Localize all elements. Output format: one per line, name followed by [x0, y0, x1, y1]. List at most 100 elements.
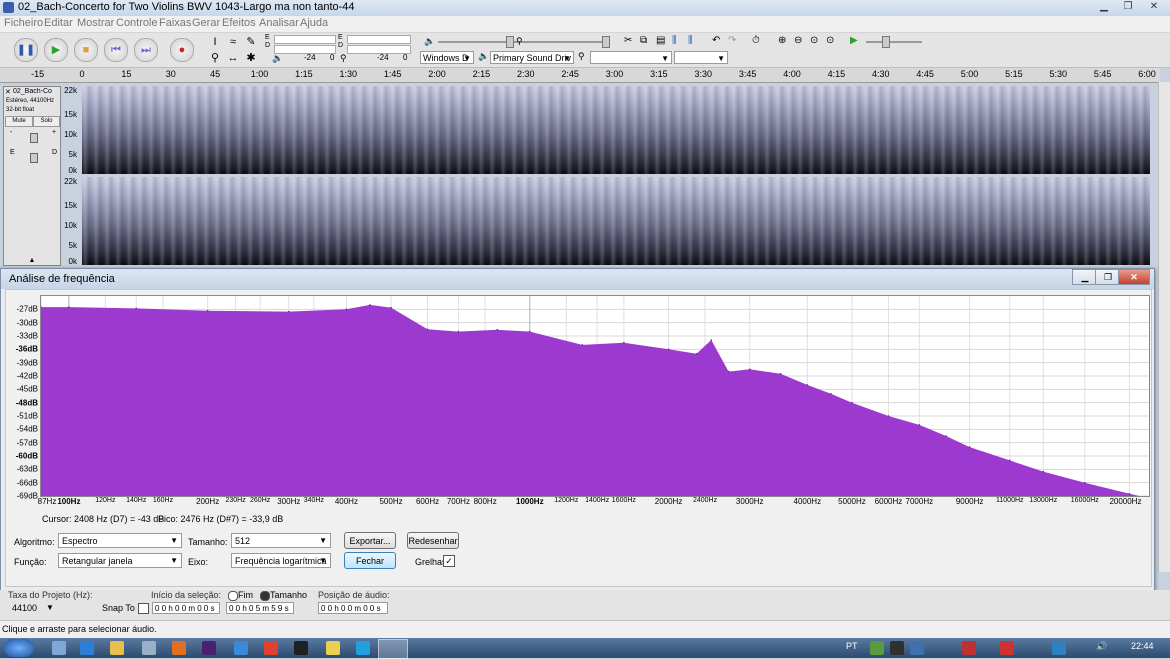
audio-position-field[interactable]: 0 0 h 0 0 m 0 0 s	[318, 602, 388, 614]
gain-slider[interactable]	[30, 133, 38, 143]
end-radio[interactable]	[228, 591, 238, 601]
dialog-close-icon[interactable]: ✕	[1118, 269, 1150, 285]
skip-end-button[interactable]: ⏭	[134, 38, 158, 62]
play-speed-slider[interactable]	[866, 41, 922, 43]
track-name-button[interactable]: 02_Bach-Co	[13, 88, 57, 95]
grids-checkbox[interactable]: ✓	[443, 555, 455, 567]
vertical-scrollbar[interactable]	[1158, 82, 1170, 572]
output-device-select[interactable]: Primary Sound Driv ▼	[490, 51, 574, 64]
audacity-taskbar-button[interactable]	[378, 639, 408, 659]
pan-slider[interactable]	[30, 153, 38, 163]
dialog-title-bar[interactable]: Análise de frequência ▁ ❐ ✕	[1, 269, 1154, 289]
timeline-ruler[interactable]: -15 0 15 30 45 1:00 1:15 1:30 1:45 2:00 2:15 2:30 2:…	[0, 68, 1160, 83]
cut-icon[interactable]: ✂	[624, 35, 632, 46]
taskbar-app-icon[interactable]	[142, 641, 156, 655]
close-button[interactable]: Fechar	[344, 552, 396, 569]
clock[interactable]: 22:44	[1131, 641, 1154, 651]
language-indicator[interactable]: PT	[846, 641, 858, 651]
selection-tool-icon[interactable]: I	[208, 35, 222, 49]
menu-faixas[interactable]: Faixas	[159, 17, 191, 29]
menu-editar[interactable]: Editar	[44, 17, 73, 29]
redo-icon[interactable]: ↷	[728, 35, 736, 46]
play-speed-thumb[interactable]	[882, 36, 890, 48]
firefox-icon[interactable]	[172, 641, 186, 655]
maximize-icon[interactable]: ❐	[1117, 1, 1139, 13]
host-select[interactable]: Windows D ▼	[420, 51, 474, 64]
input-volume-thumb[interactable]	[602, 36, 610, 48]
tray-icon[interactable]	[1000, 641, 1014, 655]
rate-chevron-icon[interactable]: ▼	[46, 603, 54, 612]
premiere-icon[interactable]	[202, 641, 216, 655]
menu-ajuda[interactable]: Ajuda	[300, 17, 328, 29]
menu-gerar[interactable]: Gerar	[192, 17, 220, 29]
play-at-speed-icon[interactable]: ▶	[850, 35, 858, 46]
menu-controle[interactable]: Controle	[116, 17, 158, 29]
project-rate-select[interactable]: 44100	[12, 603, 37, 613]
menu-ficheiro[interactable]: Ficheiro	[4, 17, 43, 29]
trim-icon[interactable]: ⫼	[672, 35, 677, 46]
menu-analisar[interactable]: Analisar	[259, 17, 299, 29]
chrome-icon[interactable]	[264, 641, 278, 655]
solo-button[interactable]: Solo	[33, 116, 60, 127]
spectrogram-left-channel[interactable]	[82, 86, 1150, 174]
pause-button[interactable]: ❚❚	[14, 38, 38, 62]
spectrogram-right-channel[interactable]	[82, 177, 1150, 265]
play-meter[interactable]	[347, 35, 411, 44]
zoom-in-icon[interactable]: ⊕	[778, 35, 786, 46]
replot-button[interactable]: Redesenhar	[407, 532, 459, 549]
zoom-tool-icon[interactable]: ⚲	[208, 51, 222, 65]
envelope-tool-icon[interactable]: ≈	[226, 35, 240, 49]
ie-icon[interactable]	[80, 641, 94, 655]
multi-tool-icon[interactable]: ✱	[244, 51, 258, 65]
record-button[interactable]: ●	[170, 38, 194, 62]
selection-length-field[interactable]: 0 0 h 0 5 m 5 9 s	[226, 602, 294, 614]
axis-select[interactable]: Frequência logarítmica ▼	[231, 553, 331, 568]
volume-icon[interactable]: 🔊	[1096, 641, 1107, 652]
copy-icon[interactable]: ⧉	[640, 35, 647, 46]
menu-mostrar[interactable]: Mostrar	[77, 17, 114, 29]
zoom-out-icon[interactable]: ⊖	[794, 35, 802, 46]
notes-icon[interactable]	[326, 641, 340, 655]
skip-start-button[interactable]: ⏮	[104, 38, 128, 62]
taskbar-app-icon[interactable]	[234, 641, 248, 655]
channels-select[interactable]: ▼	[674, 51, 728, 64]
selection-start-field[interactable]: 0 0 h 0 0 m 0 0 s	[152, 602, 220, 614]
paste-icon[interactable]: ▤	[656, 35, 665, 46]
length-radio[interactable]	[260, 591, 270, 601]
fit-selection-icon[interactable]: ⊙	[810, 35, 818, 46]
tray-icon[interactable]	[890, 641, 904, 655]
taskbar-app-icon[interactable]	[52, 641, 66, 655]
start-button[interactable]	[4, 639, 34, 657]
mute-button[interactable]: Mute	[5, 116, 33, 127]
stop-button[interactable]: ■	[74, 38, 98, 62]
draw-tool-icon[interactable]: ✎	[244, 35, 258, 49]
output-volume-slider[interactable]	[438, 41, 608, 43]
input-device-select[interactable]: ▼	[590, 51, 672, 64]
record-meter[interactable]	[274, 35, 336, 44]
vertical-scale-right[interactable]: 22k 15k 10k 5k 0k	[60, 177, 82, 266]
function-select[interactable]: Retangular janela ▼	[58, 553, 182, 568]
timeshift-tool-icon[interactable]: ↔	[226, 51, 240, 65]
folder-icon[interactable]	[110, 641, 124, 655]
taskbar-app-icon[interactable]	[294, 641, 308, 655]
snap-to-checkbox[interactable]	[138, 603, 149, 614]
minimize-icon[interactable]: ▁	[1093, 1, 1115, 13]
track-close-icon[interactable]: ✕	[5, 88, 11, 96]
tray-icon[interactable]	[870, 641, 884, 655]
tray-icon[interactable]	[910, 641, 924, 655]
menu-efeitos[interactable]: Efeitos	[222, 17, 256, 29]
skype-icon[interactable]	[356, 641, 370, 655]
fit-project-icon[interactable]: ⊙	[826, 35, 834, 46]
vertical-scale-left[interactable]: 22k 15k 10k 5k 0k	[60, 86, 82, 175]
tray-icon[interactable]	[962, 641, 976, 655]
tray-icon[interactable]	[1052, 641, 1066, 655]
size-select[interactable]: 512 ▼	[231, 533, 331, 548]
algorithm-select[interactable]: Espectro ▼	[58, 533, 182, 548]
silence-icon[interactable]: ⫼	[688, 35, 693, 46]
output-volume-thumb[interactable]	[506, 36, 514, 48]
close-icon[interactable]: ✕	[1143, 1, 1165, 13]
play-button[interactable]: ▶	[44, 38, 68, 62]
sync-lock-icon[interactable]: ⏱	[752, 35, 760, 46]
export-button[interactable]: Exportar...	[344, 532, 396, 549]
collapse-track-icon[interactable]: ▲	[4, 257, 60, 265]
